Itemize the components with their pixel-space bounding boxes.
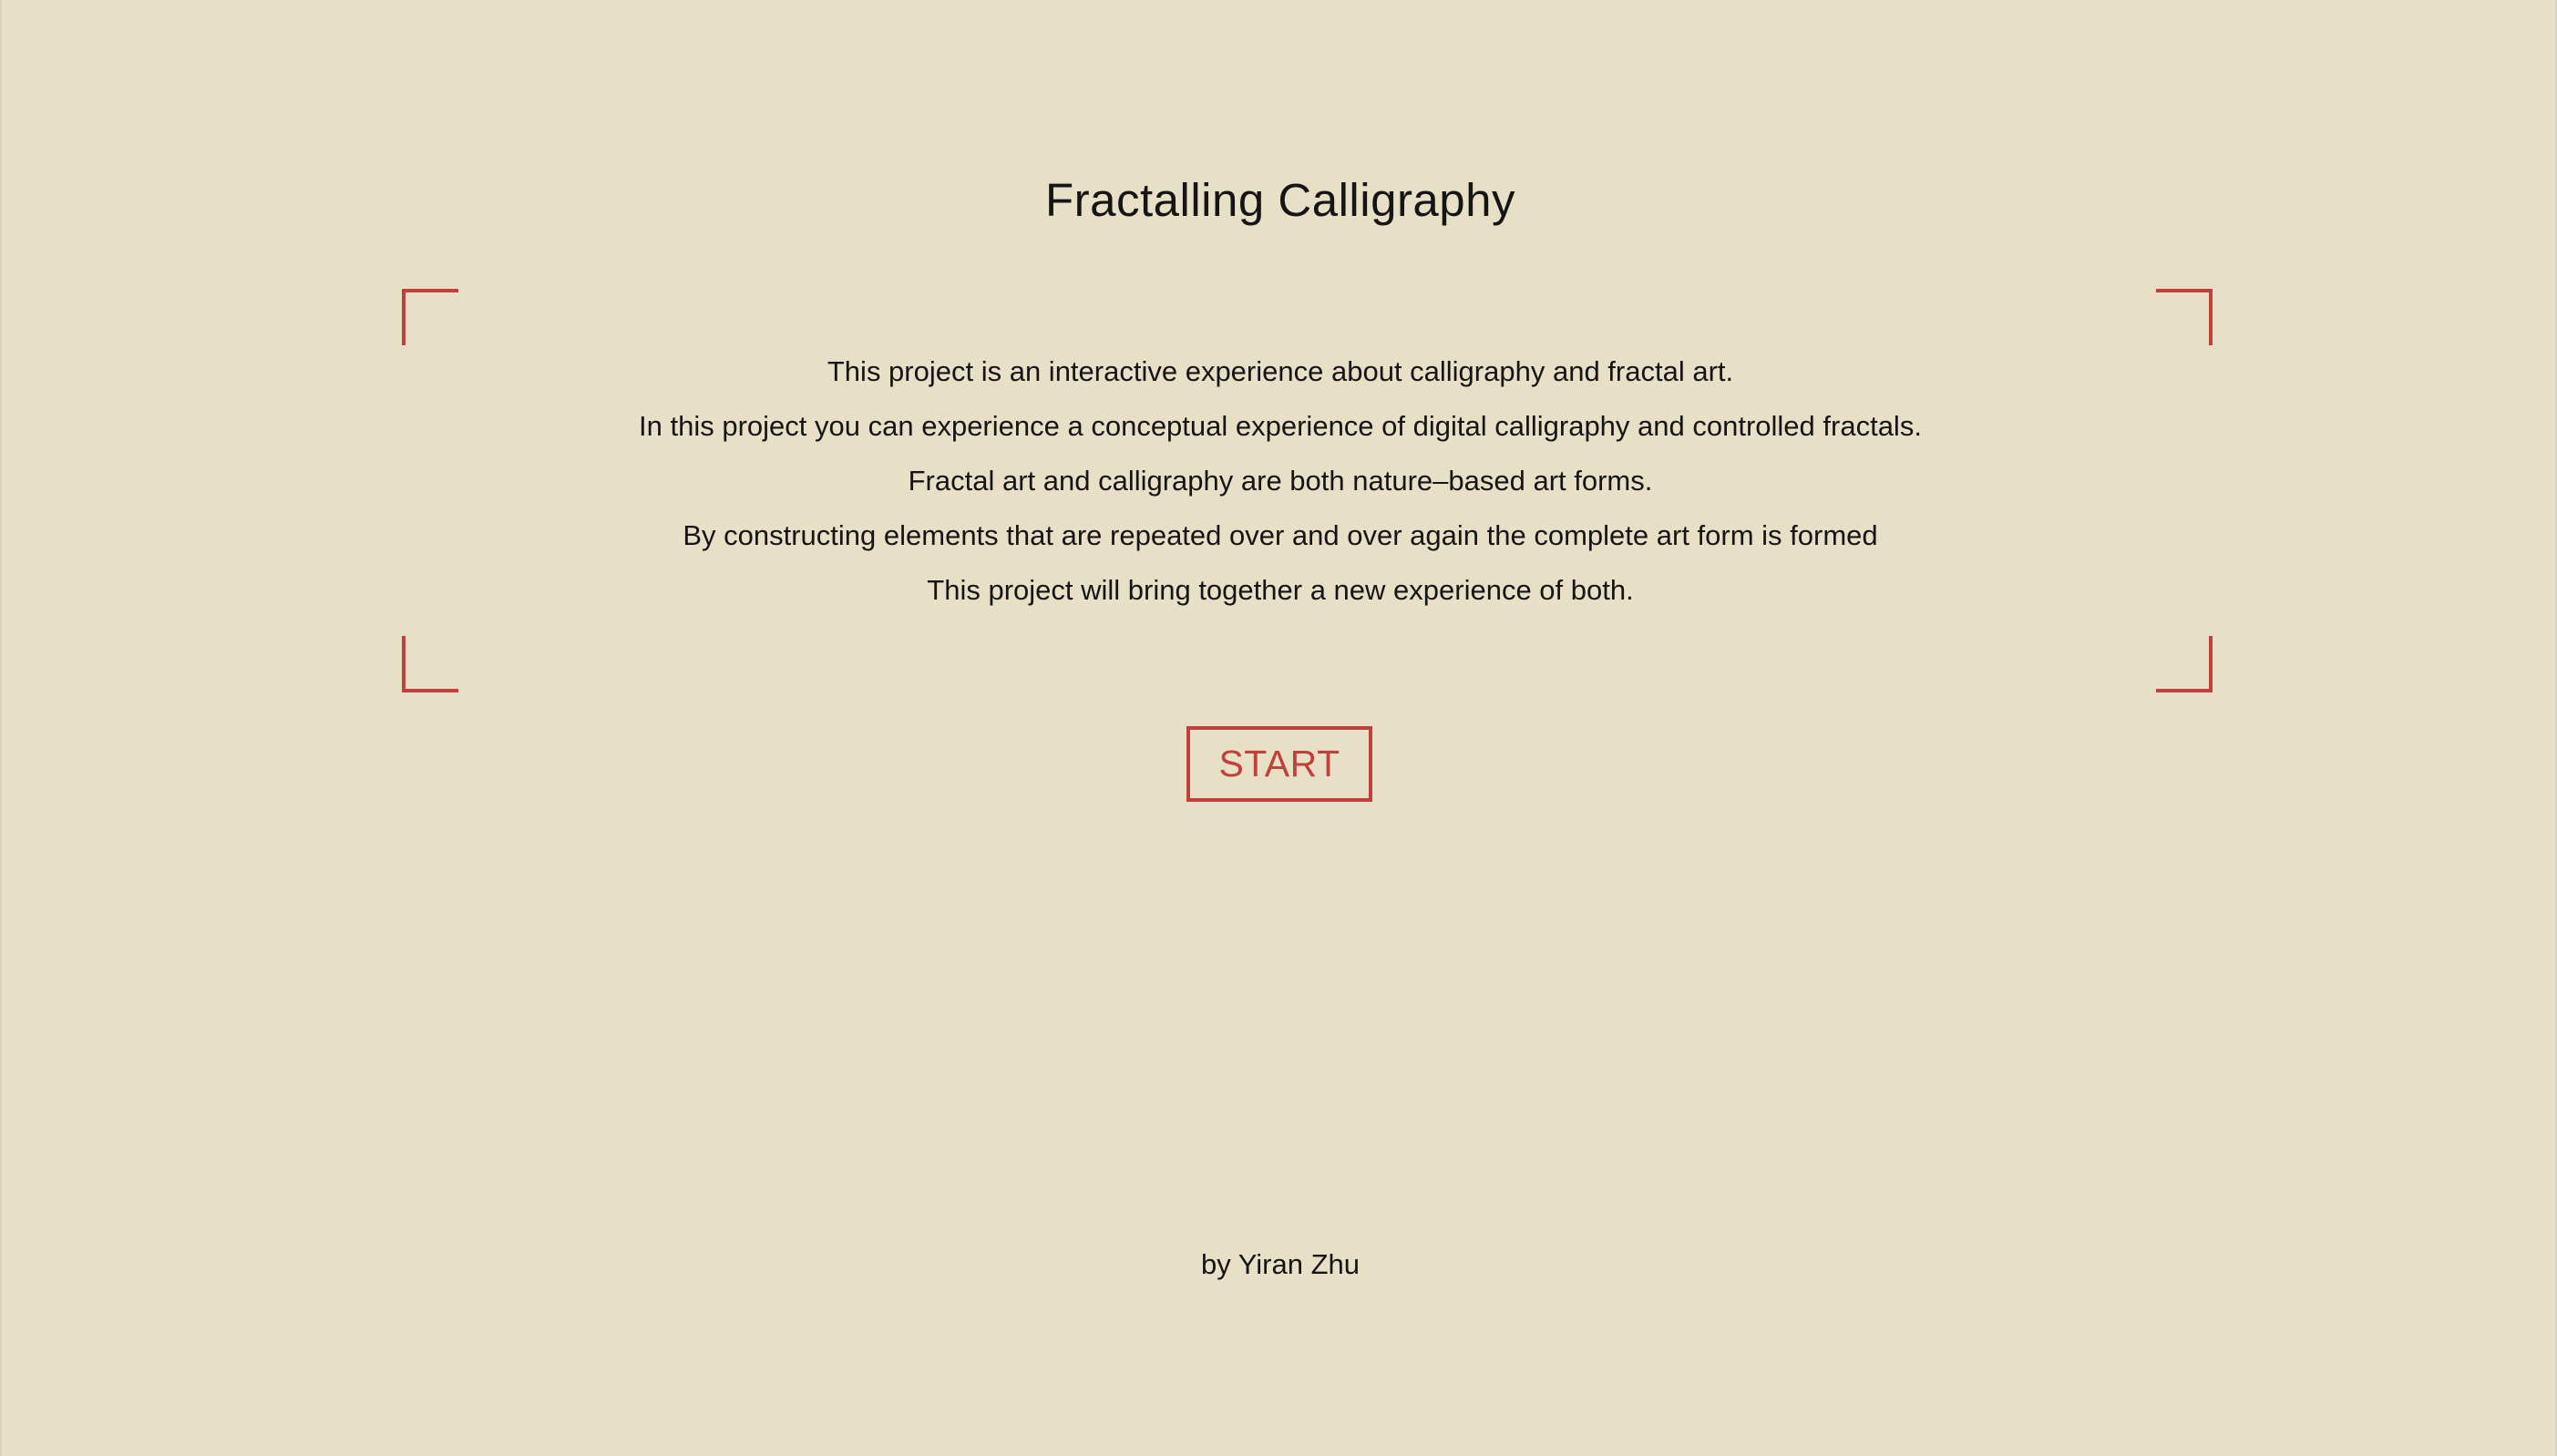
start-button[interactable]: START xyxy=(1186,726,1372,802)
frame-corner-top-right xyxy=(2156,289,2213,345)
frame-corner-top-left xyxy=(402,289,458,345)
frame-corner-bottom-right xyxy=(2156,636,2213,692)
intro-page: Fractalling Calligraphy This project is … xyxy=(0,0,2557,1456)
page-title: Fractalling Calligraphy xyxy=(1044,174,1516,226)
intro-line: In this project you can experience a con… xyxy=(639,410,1922,442)
intro-line: Fractal art and calligraphy are both nat… xyxy=(908,465,1653,497)
author-credit: by Yiran Zhu xyxy=(1200,1248,1361,1280)
intro-line: This project is an interactive experienc… xyxy=(827,355,1734,387)
frame-corner-bottom-left xyxy=(402,636,458,692)
intro-text: This project is an interactive experienc… xyxy=(2,344,2557,618)
intro-line: This project will bring together a new e… xyxy=(927,574,1634,606)
intro-line: By constructing elements that are repeat… xyxy=(683,519,1878,551)
